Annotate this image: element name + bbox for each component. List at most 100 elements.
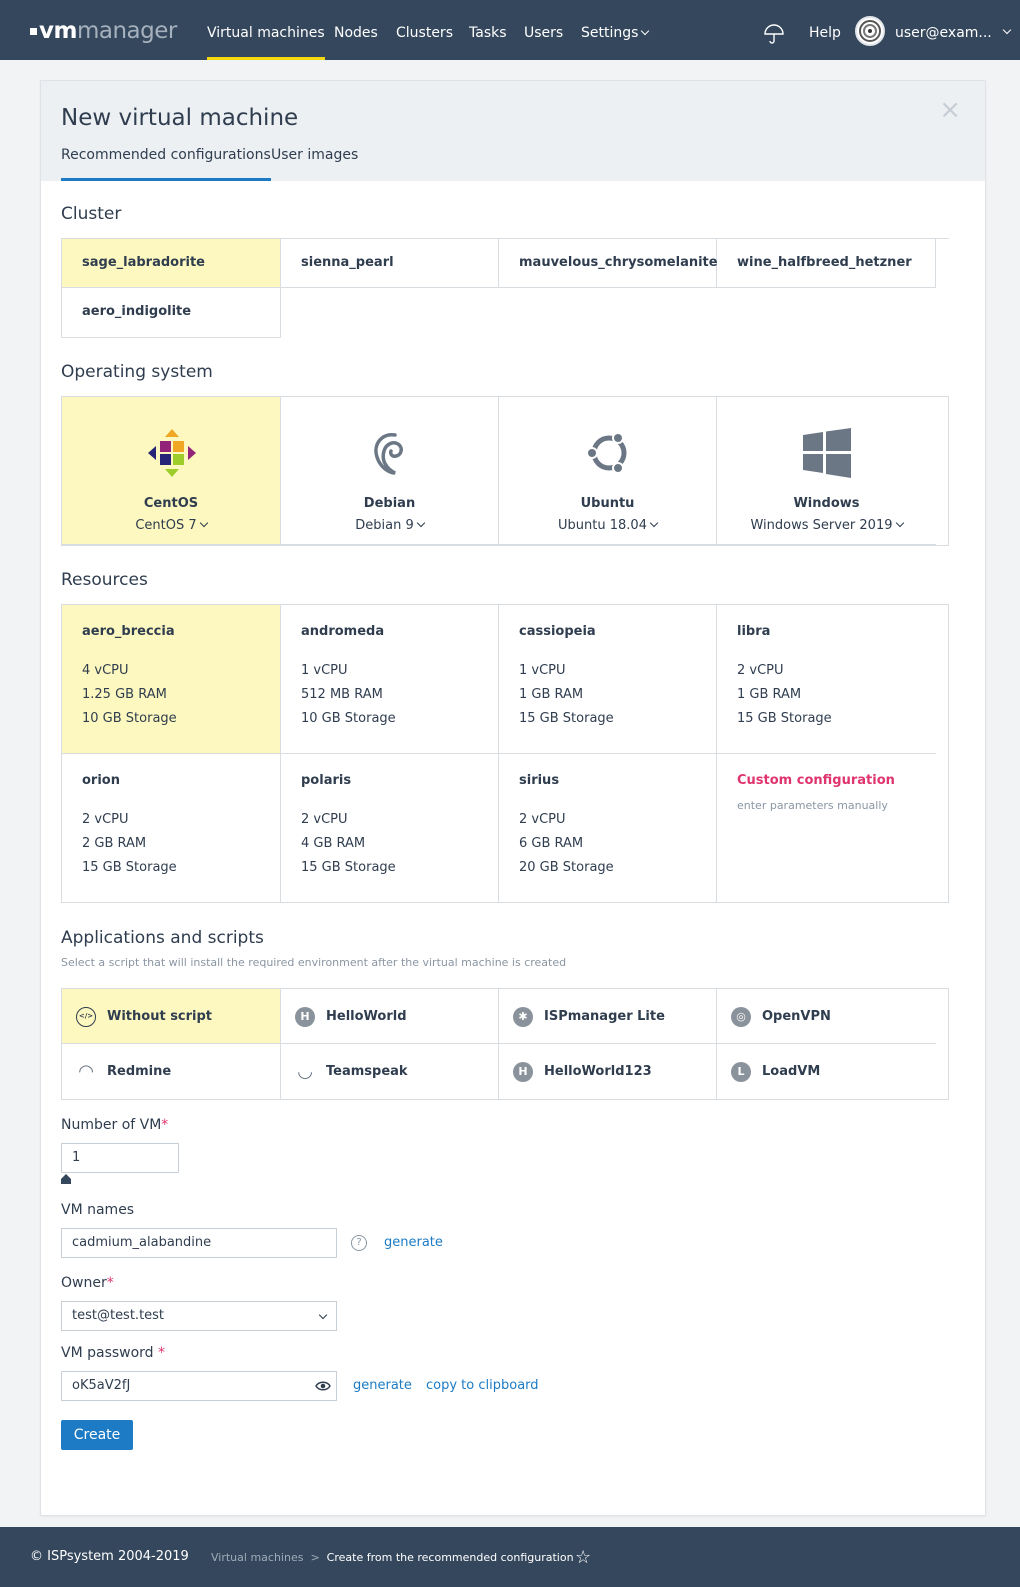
os-name: Debian	[363, 496, 416, 511]
nav-tasks[interactable]: Tasks	[469, 0, 507, 60]
apps-heading: Applications and scripts	[61, 928, 264, 948]
user-email[interactable]: user@exam...	[895, 25, 992, 41]
owner-value: test@test.test	[72, 1308, 165, 1323]
cluster-option[interactable]: mauvelous_chrysomelanite	[499, 239, 718, 288]
resource-ram: 512 MB RAM	[301, 687, 383, 702]
app-name: HelloWorld123	[544, 1064, 652, 1079]
copy-to-clipboard-link[interactable]: copy to clipboard	[426, 1378, 539, 1393]
cluster-name: mauvelous_chrysomelanite	[519, 255, 718, 270]
logo[interactable]: vmmanager	[30, 18, 177, 44]
nav-virtual-machines[interactable]: Virtual machines	[207, 0, 325, 60]
app-option[interactable]: ◠ Redmine	[62, 1044, 281, 1099]
os-version-select[interactable]: Debian 9	[281, 518, 498, 533]
nav-nodes[interactable]: Nodes	[334, 0, 378, 60]
cluster-option[interactable]: aero_indigolite	[62, 288, 281, 338]
dialog-header: New virtual machine × Recommended config…	[41, 81, 985, 181]
os-version: Debian 9	[355, 518, 414, 533]
umbrella-icon	[764, 24, 784, 44]
openvpn-icon: ◎	[731, 1007, 751, 1027]
vm-count-input[interactable]: 1	[61, 1143, 179, 1173]
create-button[interactable]: Create	[61, 1420, 133, 1450]
breadcrumb-parent[interactable]: Virtual machines	[211, 1551, 303, 1564]
cluster-option[interactable]: sienna_pearl	[281, 239, 499, 288]
resource-option[interactable]: sirius 2 vCPU 6 GB RAM 20 GB Storage	[499, 754, 717, 902]
tab-recommended[interactable]: Recommended configurations	[61, 147, 271, 181]
app-option[interactable]: H HelloWorld123	[499, 1044, 717, 1099]
password-label: VM password *	[61, 1345, 165, 1361]
app-option[interactable]: ◎ OpenVPN	[717, 989, 936, 1044]
cluster-option[interactable]: sage_labradorite	[62, 239, 281, 288]
os-option-windows[interactable]: Windows Windows Server 2019	[717, 397, 936, 545]
avatar[interactable]	[855, 16, 885, 46]
resource-option[interactable]: cassiopeia 1 vCPU 1 GB RAM 15 GB Storage	[499, 605, 717, 754]
logo-light: manager	[76, 18, 177, 44]
resource-ram: 1 GB RAM	[737, 687, 802, 702]
vm-names-input[interactable]: cadmium_alabandine	[61, 1228, 337, 1258]
os-version-select[interactable]: Ubuntu 18.04	[499, 518, 716, 533]
os-version-select[interactable]: CentOS 7	[62, 518, 280, 533]
eye-icon[interactable]	[315, 1380, 331, 1392]
resource-option[interactable]: aero_breccia 4 vCPU 1.25 GB RAM 10 GB Stor…	[62, 605, 281, 754]
centos-icon	[148, 429, 196, 477]
question-icon[interactable]: ?	[351, 1235, 367, 1251]
resource-option[interactable]: libra 2 vCPU 1 GB RAM 15 GB Storage	[717, 605, 936, 754]
tab-user-images[interactable]: User images	[271, 147, 358, 181]
resource-name: cassiopeia	[519, 624, 596, 639]
logo-square-icon	[30, 28, 37, 35]
owner-select[interactable]: test@test.test	[61, 1301, 337, 1331]
app-option[interactable]: L LoadVM	[717, 1044, 936, 1099]
os-heading: Operating system	[61, 362, 213, 382]
code-icon: </>	[76, 1007, 96, 1027]
app-option[interactable]: H HelloWorld	[281, 989, 499, 1044]
top-bar: vmmanager Virtual machines Nodes Cluster…	[0, 0, 1020, 60]
resource-specs: 2 vCPU 2 GB RAM 15 GB Storage	[82, 808, 177, 880]
os-option-debian[interactable]: Debian Debian 9	[281, 397, 499, 545]
os-name: CentOS	[143, 496, 199, 511]
resource-option[interactable]: andromeda 1 vCPU 512 MB RAM 10 GB Storage	[281, 605, 499, 754]
generate-names-link[interactable]: generate	[384, 1235, 443, 1250]
nav-settings[interactable]: Settings	[581, 0, 650, 60]
os-option-centos[interactable]: CentOS CentOS 7	[62, 397, 281, 545]
redmine-icon: ◠	[79, 1061, 93, 1082]
page-title: New virtual machine	[61, 105, 299, 131]
required-mark: *	[161, 1117, 169, 1133]
resource-specs: 1 vCPU 512 MB RAM 10 GB Storage	[301, 659, 396, 731]
password-input[interactable]: oK5aV2fJ	[61, 1371, 337, 1401]
app-option[interactable]: ◡ Teamspeak	[281, 1044, 499, 1099]
app-option[interactable]: ✱ ISPmanager Lite	[499, 989, 717, 1044]
cluster-option[interactable]: wine_halfbreed_hetzner	[717, 239, 936, 288]
app-name: OpenVPN	[762, 1009, 831, 1024]
resource-name: polaris	[301, 773, 352, 788]
nav-users[interactable]: Users	[524, 0, 563, 60]
custom-configuration-title: Custom configuration	[737, 773, 895, 788]
ubuntu-icon	[586, 432, 627, 474]
nav-clusters[interactable]: Clusters	[396, 0, 453, 60]
app-option[interactable]: </> Without script	[62, 989, 281, 1044]
resource-storage: 15 GB Storage	[519, 711, 614, 726]
cluster-name: wine_halfbreed_hetzner	[737, 255, 912, 270]
star-icon[interactable]: ☆	[575, 1547, 591, 1568]
resource-specs: 2 vCPU 1 GB RAM 15 GB Storage	[737, 659, 832, 731]
resource-option[interactable]: orion 2 vCPU 2 GB RAM 15 GB Storage	[62, 754, 281, 902]
resource-name: andromeda	[301, 624, 385, 639]
resource-ram: 1.25 GB RAM	[82, 687, 167, 702]
user-chevron-down-icon[interactable]	[1002, 25, 1012, 35]
vm-names-label: VM names	[61, 1202, 135, 1218]
slider-handle-icon[interactable]	[61, 1174, 71, 1184]
resource-cpu: 1 vCPU	[519, 663, 566, 678]
owner-label: Owner*	[61, 1275, 114, 1291]
resource-storage: 15 GB Storage	[82, 860, 177, 875]
resource-cpu: 2 vCPU	[519, 812, 566, 827]
os-version-select[interactable]: Windows Server 2019	[717, 518, 936, 533]
resource-option[interactable]: polaris 2 vCPU 4 GB RAM 15 GB Storage	[281, 754, 499, 902]
close-icon[interactable]: ×	[939, 95, 961, 125]
generate-password-link[interactable]: generate	[353, 1378, 412, 1393]
custom-configuration-hint: enter parameters manually	[737, 799, 888, 812]
chevron-down-icon	[199, 518, 208, 528]
custom-configuration-option[interactable]: Custom configuration enter parameters ma…	[717, 754, 936, 902]
os-option-ubuntu[interactable]: Ubuntu Ubuntu 18.04	[499, 397, 717, 545]
debian-icon	[374, 433, 403, 475]
resource-storage: 15 GB Storage	[301, 860, 396, 875]
cluster-heading: Cluster	[61, 204, 122, 224]
os-version: Windows Server 2019	[750, 518, 893, 533]
